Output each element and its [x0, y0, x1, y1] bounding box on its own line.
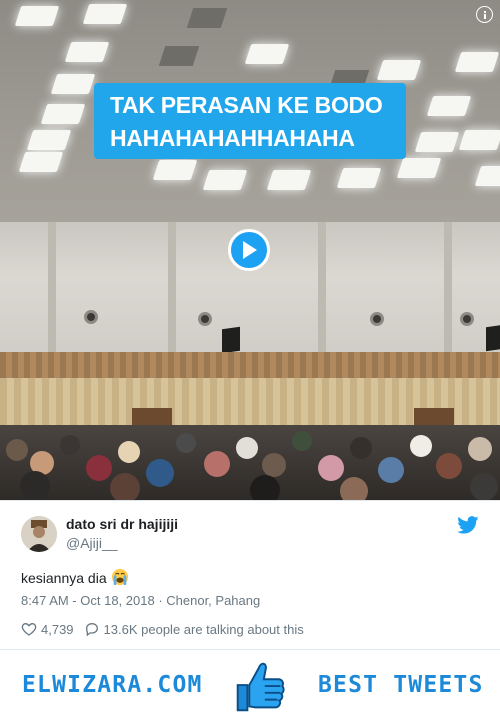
ceiling-light	[40, 104, 86, 124]
ceiling-light	[426, 96, 472, 116]
tagline: BEST TWEETS	[318, 672, 484, 698]
ceiling-vent	[158, 46, 200, 66]
caption-line-2: HAHAHAHAHHAHAHA	[110, 125, 355, 151]
ceiling-light	[64, 42, 110, 62]
wall-pillar	[168, 222, 176, 357]
ceiling-light	[18, 152, 64, 172]
talking-about-count[interactable]: 13.6K people are talking about this	[104, 622, 304, 637]
stage-drape	[0, 352, 500, 378]
play-button[interactable]	[228, 229, 270, 271]
ceiling-light	[82, 4, 128, 24]
avatar[interactable]	[21, 516, 57, 552]
ceiling-light	[266, 170, 312, 190]
ceiling-light	[336, 168, 382, 188]
meta-separator: ·	[154, 593, 167, 608]
tweet-location[interactable]: Chenor, Pahang	[166, 593, 260, 608]
video-caption: TAK PERASAN KE BODO HAHAHAHAHHAHAHA	[94, 83, 406, 159]
ceiling-light	[458, 130, 500, 150]
box-speaker	[222, 326, 240, 354]
wall-pillar	[48, 222, 56, 357]
tweet-text: kesiannya dia	[21, 568, 129, 586]
ceiling-light	[202, 170, 248, 190]
box-speaker	[486, 324, 500, 352]
avatar-image	[21, 516, 57, 552]
like-count[interactable]: 4,739	[41, 622, 74, 637]
tweet-timestamp[interactable]: 8:47 AM - Oct 18, 2018	[21, 593, 155, 608]
thumbs-up-icon	[236, 662, 285, 712]
wall-pillar	[444, 222, 452, 357]
footer-banner: ELWIZARA.COM BEST TWEETS	[0, 649, 500, 722]
ceiling-light	[414, 132, 460, 152]
ceiling-light	[50, 74, 96, 94]
ceiling-light	[244, 44, 290, 64]
ceiling-light	[474, 166, 500, 186]
site-name[interactable]: ELWIZARA.COM	[22, 672, 203, 698]
ceiling-light	[26, 130, 72, 150]
heart-icon[interactable]	[21, 621, 37, 637]
tweet-text-body: kesiannya dia	[21, 570, 107, 586]
tweet-meta: 8:47 AM - Oct 18, 2018 · Chenor, Pahang	[21, 593, 260, 608]
wall-speaker	[460, 312, 474, 326]
ceiling-light	[454, 52, 500, 72]
audience-crowd	[0, 425, 500, 500]
ceiling-light	[376, 60, 422, 80]
ceiling-light	[14, 6, 60, 26]
tweet-actions: 4,739 13.6K people are talking about thi…	[21, 620, 304, 638]
wall-speaker	[84, 310, 98, 324]
wall-speaker	[370, 312, 384, 326]
comment-bubble-icon[interactable]	[84, 621, 100, 637]
caption-line-1: TAK PERASAN KE BODO	[110, 92, 383, 118]
loudly-crying-face-emoji	[111, 568, 128, 586]
twitter-bird-icon[interactable]	[457, 516, 479, 534]
ceiling-light	[396, 158, 442, 178]
tweet-card: dato sri dr hajijiji @Ajiji__ kesiannya …	[0, 500, 500, 649]
info-button[interactable]	[476, 6, 493, 23]
wall-speaker	[198, 312, 212, 326]
info-icon	[483, 10, 486, 19]
wall-pillar	[318, 222, 326, 357]
author-name[interactable]: dato sri dr hajijiji	[66, 516, 178, 532]
ceiling-vent	[186, 8, 228, 28]
play-icon	[243, 241, 257, 259]
ceiling-light	[152, 160, 198, 180]
author-handle[interactable]: @Ajiji__	[66, 535, 118, 551]
tweet-video[interactable]: TAK PERASAN KE BODO HAHAHAHAHHAHAHA	[0, 0, 500, 500]
